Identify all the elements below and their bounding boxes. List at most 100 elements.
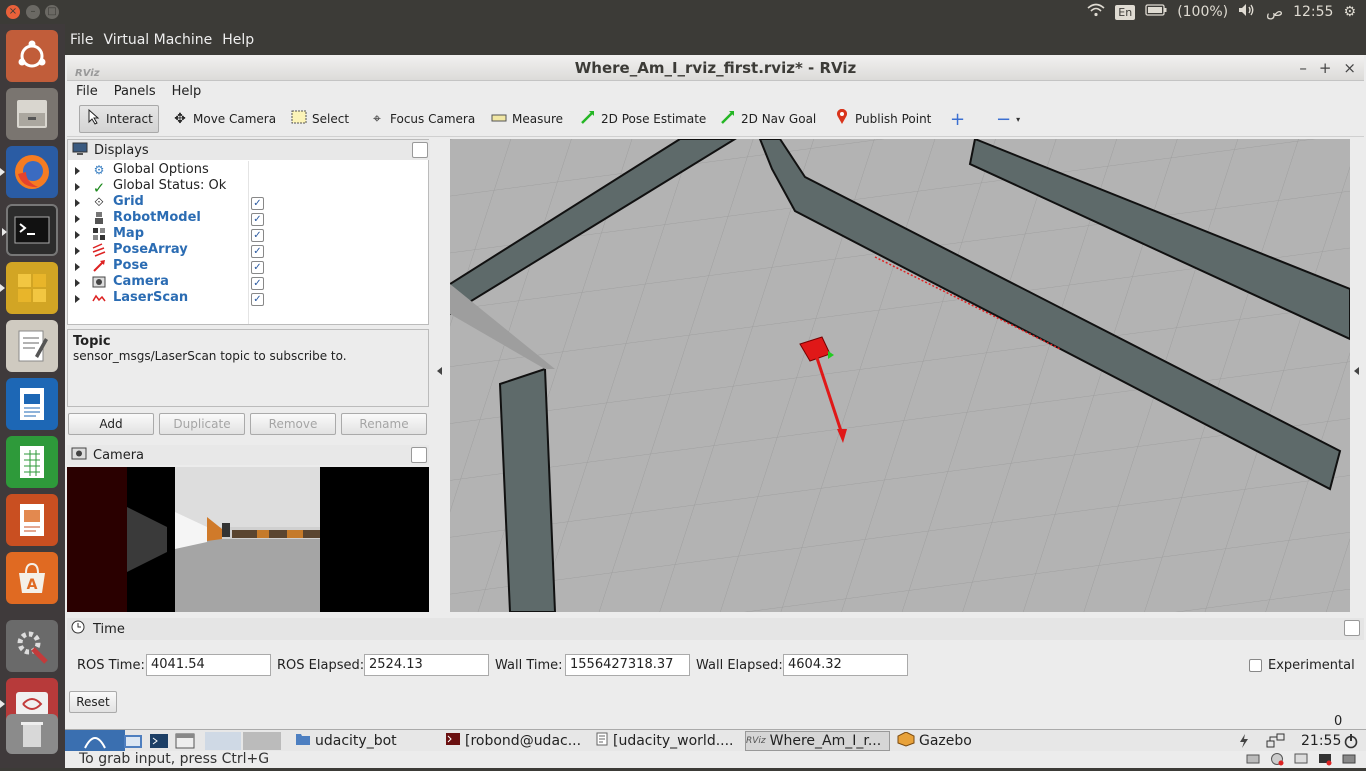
power-icon[interactable] bbox=[1237, 732, 1251, 750]
expand-arrow-icon[interactable] bbox=[75, 183, 80, 191]
expand-arrow-icon[interactable] bbox=[75, 263, 80, 271]
tool-2d-pose-estimate[interactable]: 2D Pose Estimate bbox=[575, 105, 711, 133]
expand-arrow-icon[interactable] bbox=[75, 167, 80, 175]
expand-arrow-icon[interactable] bbox=[75, 295, 80, 303]
tree-row-laserscan[interactable]: LaserScan ✓ bbox=[68, 290, 428, 307]
tree-row-global-options[interactable]: ⚙ Global Options bbox=[68, 162, 428, 179]
puzzle-app-icon[interactable] bbox=[0, 262, 58, 314]
reset-button[interactable]: Reset bbox=[69, 691, 117, 713]
wall-time-field[interactable]: 1556427318.37 bbox=[565, 654, 690, 676]
rviz-titlebar[interactable]: RViz Where_Am_I_rviz_first.rviz* - RViz … bbox=[67, 55, 1364, 81]
tree-row-grid[interactable]: ⟐ Grid ✓ bbox=[68, 194, 428, 211]
firefox-icon[interactable] bbox=[0, 146, 58, 198]
menu-panels[interactable]: Panels bbox=[114, 84, 156, 99]
time-undock-checkbox[interactable] bbox=[1344, 620, 1360, 636]
libreoffice-impress-icon[interactable] bbox=[6, 494, 58, 546]
close-icon[interactable]: × bbox=[1343, 55, 1356, 81]
ubuntu-dash-icon[interactable] bbox=[6, 30, 58, 82]
battery-icon[interactable] bbox=[1145, 4, 1167, 20]
right-splitter[interactable] bbox=[1350, 139, 1364, 612]
rename-button[interactable]: Rename bbox=[341, 413, 427, 435]
remove-button[interactable]: Remove bbox=[250, 413, 336, 435]
taskbar-item-terminal[interactable]: [robond@udac... bbox=[445, 732, 590, 750]
vm-menu-help[interactable]: Help bbox=[222, 32, 254, 48]
taskbar-clock[interactable]: 21:55 bbox=[1301, 732, 1341, 750]
network-icon[interactable] bbox=[1265, 732, 1287, 750]
menu-file[interactable]: File bbox=[76, 84, 98, 99]
file-manager-icon[interactable] bbox=[123, 732, 143, 750]
network-adapter-icon[interactable] bbox=[1294, 752, 1308, 771]
tool-publish-point[interactable]: Publish Point bbox=[829, 105, 936, 133]
expand-arrow-icon[interactable] bbox=[75, 231, 80, 239]
experimental-checkbox[interactable] bbox=[1249, 659, 1262, 672]
duplicate-button[interactable]: Duplicate bbox=[159, 413, 245, 435]
tool-2d-nav-goal[interactable]: 2D Nav Goal bbox=[715, 105, 821, 133]
camera-enabled-checkbox[interactable]: ✓ bbox=[251, 277, 264, 290]
expand-arrow-icon[interactable] bbox=[75, 199, 80, 207]
pose-enabled-checkbox[interactable]: ✓ bbox=[251, 261, 264, 274]
add-tool-plus-icon[interactable]: + bbox=[945, 105, 970, 133]
tree-row-map[interactable]: Map ✓ bbox=[68, 226, 428, 243]
workspace-1[interactable] bbox=[205, 732, 241, 750]
minimize-icon[interactable]: – bbox=[1299, 55, 1307, 81]
system-settings-icon[interactable] bbox=[6, 620, 58, 672]
taskbar-item-rviz[interactable]: RViz Where_Am_I_r... bbox=[745, 731, 890, 751]
tool-move-camera[interactable]: ✥ Move Camera bbox=[167, 105, 281, 133]
taskbar-item-udacity-world[interactable]: [udacity_world.... bbox=[595, 732, 740, 750]
terminal-emulator-icon[interactable] bbox=[149, 732, 169, 750]
workspace-2[interactable] bbox=[243, 732, 281, 750]
text-editor-icon[interactable] bbox=[6, 320, 58, 372]
taskbar-item-udacity-bot[interactable]: udacity_bot bbox=[295, 732, 440, 750]
tree-row-posearray[interactable]: PoseArray ✓ bbox=[68, 242, 428, 259]
grid-enabled-checkbox[interactable]: ✓ bbox=[251, 197, 264, 210]
taskbar-item-gazebo[interactable]: Gazebo bbox=[897, 732, 1042, 750]
start-menu-icon[interactable] bbox=[65, 730, 125, 752]
tool-focus-camera[interactable]: ⌖ Focus Camera bbox=[364, 105, 480, 133]
maximize-icon[interactable]: □ bbox=[45, 5, 59, 19]
sound-device-icon[interactable] bbox=[1342, 752, 1356, 771]
tree-row-robotmodel[interactable]: RobotModel ✓ bbox=[68, 210, 428, 227]
trash-icon[interactable] bbox=[6, 714, 58, 754]
tree-row-pose[interactable]: Pose ✓ bbox=[68, 258, 428, 275]
left-splitter[interactable] bbox=[431, 139, 449, 612]
menu-help[interactable]: Help bbox=[172, 84, 202, 99]
tool-interact[interactable]: Interact bbox=[79, 105, 159, 133]
close-icon[interactable]: × bbox=[6, 5, 20, 19]
laserscan-enabled-checkbox[interactable]: ✓ bbox=[251, 293, 264, 306]
posearray-enabled-checkbox[interactable]: ✓ bbox=[251, 245, 264, 258]
add-button[interactable]: Add bbox=[68, 413, 154, 435]
tree-row-camera[interactable]: Camera ✓ bbox=[68, 274, 428, 291]
ros-time-field[interactable]: 4041.54 bbox=[146, 654, 271, 676]
vm-menu-virtual-machine[interactable]: Virtual Machine bbox=[103, 32, 212, 48]
hard-disk-icon[interactable] bbox=[1246, 752, 1260, 771]
displays-undock-checkbox[interactable] bbox=[412, 142, 428, 158]
expand-arrow-icon[interactable] bbox=[75, 215, 80, 223]
wifi-icon[interactable] bbox=[1087, 3, 1105, 21]
browser-window-icon[interactable] bbox=[175, 732, 195, 750]
3d-render-view[interactable] bbox=[450, 139, 1350, 612]
shutdown-icon[interactable] bbox=[1343, 732, 1359, 750]
wall-elapsed-field[interactable]: 4604.32 bbox=[783, 654, 908, 676]
maximize-icon[interactable]: + bbox=[1319, 55, 1332, 81]
clock[interactable]: 12:55 bbox=[1293, 4, 1333, 20]
settings-gear-icon[interactable]: ⚙ bbox=[1343, 4, 1356, 20]
remove-tool-minus-icon[interactable]: − ▾ bbox=[991, 105, 1025, 133]
files-icon[interactable] bbox=[6, 88, 58, 140]
expand-arrow-icon[interactable] bbox=[75, 247, 80, 255]
libreoffice-calc-icon[interactable] bbox=[6, 436, 58, 488]
map-enabled-checkbox[interactable]: ✓ bbox=[251, 229, 264, 242]
minimize-icon[interactable]: – bbox=[26, 5, 40, 19]
keyboard-layout-indicator[interactable]: En bbox=[1115, 4, 1136, 20]
ros-elapsed-field[interactable]: 2524.13 bbox=[364, 654, 489, 676]
vm-menu-file[interactable]: File bbox=[70, 32, 93, 48]
usb-device-icon[interactable] bbox=[1318, 752, 1332, 771]
software-center-icon[interactable]: A bbox=[6, 552, 58, 604]
tool-select[interactable]: Select bbox=[286, 105, 354, 133]
camera-undock-checkbox[interactable] bbox=[411, 447, 427, 463]
terminal-icon[interactable] bbox=[2, 204, 58, 256]
tree-row-global-status[interactable]: ✓ Global Status: Ok bbox=[68, 178, 428, 197]
volume-icon[interactable] bbox=[1238, 3, 1256, 21]
libreoffice-writer-icon[interactable] bbox=[6, 378, 58, 430]
robotmodel-enabled-checkbox[interactable]: ✓ bbox=[251, 213, 264, 226]
cd-drive-icon[interactable] bbox=[1270, 752, 1284, 771]
